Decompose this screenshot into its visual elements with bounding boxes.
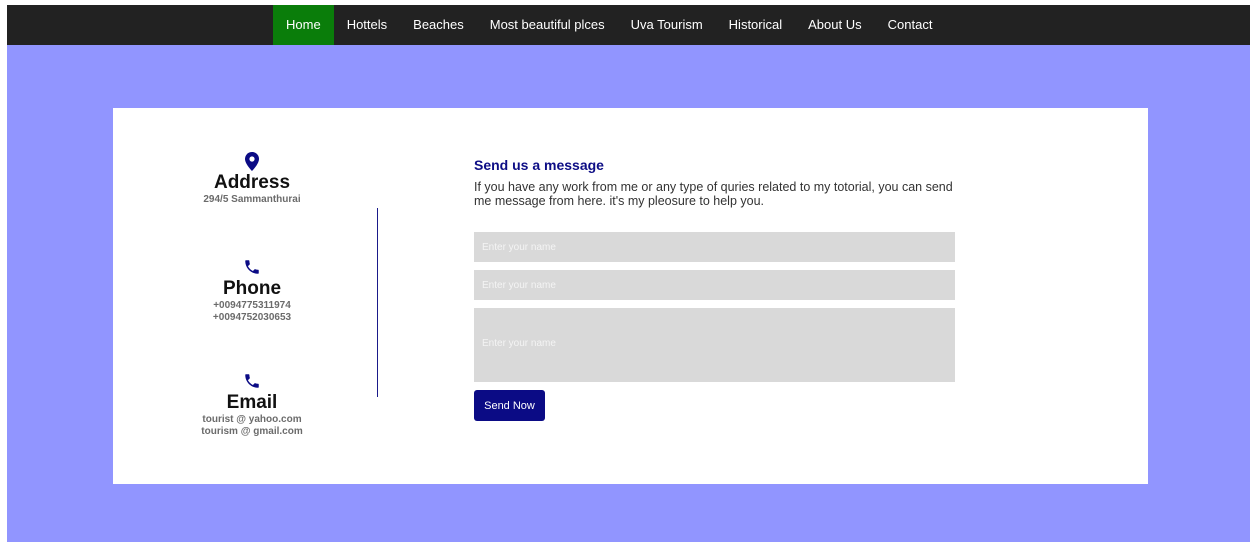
phone-icon bbox=[113, 258, 391, 278]
nav-list: Home Hottels Beaches Most beautiful plce… bbox=[273, 5, 945, 45]
email-input[interactable] bbox=[474, 270, 955, 300]
nav-item-beaches[interactable]: Beaches bbox=[400, 5, 477, 45]
nav-item-home[interactable]: Home bbox=[273, 5, 334, 45]
name-input[interactable] bbox=[474, 232, 955, 262]
phone-title: Phone bbox=[222, 278, 282, 299]
form-title: Send us a message bbox=[474, 157, 604, 173]
phone-line-1: +0094775311974 bbox=[213, 300, 291, 311]
email-line-1: tourist @ yahoo.com bbox=[202, 414, 302, 425]
address-title: Address bbox=[213, 172, 291, 193]
email-line-2: tourism @ gmail.com bbox=[201, 426, 303, 437]
nav-item-beautiful-places[interactable]: Most beautiful plces bbox=[477, 5, 618, 45]
email-block: Email tourist @ yahoo.com tourism @ gmai… bbox=[113, 372, 391, 438]
phone-line-2: +0094752030653 bbox=[212, 312, 292, 323]
form-description: If you have any work from me or any type… bbox=[474, 180, 953, 208]
send-now-button[interactable]: Send Now bbox=[474, 390, 545, 421]
address-block: Address 294/5 Sammanthurai bbox=[113, 152, 391, 206]
address-line: 294/5 Sammanthurai bbox=[203, 194, 301, 205]
nav-item-historical[interactable]: Historical bbox=[716, 5, 795, 45]
message-form: Send us a message If you have any work f… bbox=[474, 156, 956, 421]
nav-item-uva-tourism[interactable]: Uva Tourism bbox=[618, 5, 716, 45]
vertical-divider bbox=[377, 208, 378, 397]
page-frame: Home Hottels Beaches Most beautiful plce… bbox=[7, 5, 1250, 542]
email-title: Email bbox=[226, 392, 278, 413]
phone-icon bbox=[113, 372, 391, 392]
nav-item-about-us[interactable]: About Us bbox=[795, 5, 874, 45]
nav-item-contact[interactable]: Contact bbox=[875, 5, 946, 45]
contact-card: Address 294/5 Sammanthurai Phone +009477… bbox=[113, 108, 1148, 484]
top-navbar: Home Hottels Beaches Most beautiful plce… bbox=[7, 5, 1250, 45]
nav-item-hotels[interactable]: Hottels bbox=[334, 5, 400, 45]
map-pin-icon bbox=[113, 152, 391, 172]
phone-block: Phone +0094775311974 +0094752030653 bbox=[113, 258, 391, 324]
message-textarea[interactable] bbox=[474, 308, 955, 382]
